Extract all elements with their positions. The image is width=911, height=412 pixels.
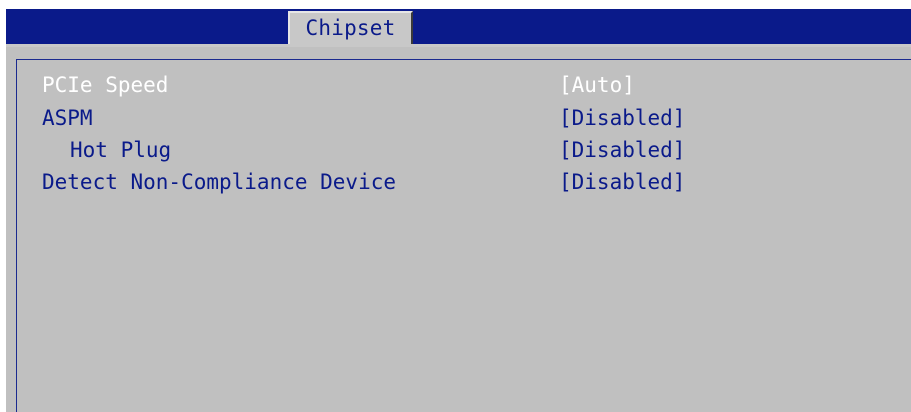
tab-chipset-label: Chipset (305, 16, 396, 40)
setting-value-pcie-speed[interactable]: [Auto] (559, 75, 635, 96)
setting-label-aspm: ASPM (42, 106, 93, 130)
setting-row-aspm[interactable]: ASPM [Disabled] (17, 108, 911, 138)
settings-frame: PCIe Speed [Auto] ASPM [Disabled] Hot Pl… (16, 59, 911, 412)
setting-row-pcie-speed[interactable]: PCIe Speed [Auto] (17, 75, 911, 105)
setting-value-hot-plug[interactable]: [Disabled] (559, 140, 685, 161)
setting-label-pcie-speed: PCIe Speed (42, 73, 169, 97)
setting-row-detect-non-compliance-device[interactable]: Detect Non-Compliance Device [Disabled] (17, 172, 911, 202)
tab-chipset[interactable]: Chipset (288, 11, 413, 44)
setting-row-hot-plug[interactable]: Hot Plug [Disabled] (17, 140, 911, 170)
setting-label-hot-plug: Hot Plug (70, 138, 172, 162)
setting-label-detect-non-compliance-device: Detect Non-Compliance Device (42, 170, 397, 194)
setting-value-detect-non-compliance-device[interactable]: [Disabled] (559, 172, 685, 193)
header-bar (6, 9, 911, 44)
bios-screen: Chipset PCIe Speed [Auto] ASPM [Disabled… (0, 0, 911, 412)
setting-value-aspm[interactable]: [Disabled] (559, 108, 685, 129)
